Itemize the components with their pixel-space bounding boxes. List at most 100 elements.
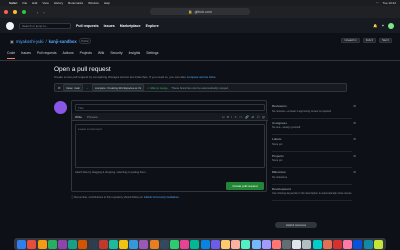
- dock-app-icon[interactable]: [231, 239, 241, 249]
- plus-icon[interactable]: +: [382, 24, 384, 28]
- create-pull-request-button[interactable]: Create pull request: [226, 182, 264, 190]
- guidelines-link[interactable]: GitHub Community Guidelines.: [144, 196, 180, 199]
- sidebar-assignees[interactable]: Assignees No one—assign yourself ⚙: [272, 119, 356, 135]
- wifi-icon[interactable]: ◠: [376, 1, 379, 5]
- star-button[interactable]: Star 0: [379, 38, 392, 43]
- sidebar-reviewers[interactable]: Reviewers No reviews—at least 1 approvin…: [272, 102, 356, 119]
- dock-app-icon[interactable]: [180, 239, 190, 249]
- attach-files-hint[interactable]: Attach files by dragging & dropping, sel…: [75, 171, 146, 174]
- back-arrow-icon[interactable]: ‹: [37, 10, 38, 15]
- menubar-clock[interactable]: Tue 10:42: [383, 1, 396, 5]
- italic-icon[interactable]: I: [231, 115, 232, 119]
- menubar-item-history[interactable]: History: [54, 1, 63, 5]
- menubar-item-window[interactable]: Window: [88, 1, 99, 5]
- gear-icon[interactable]: ⚙: [353, 154, 356, 158]
- dock-app-icon[interactable]: [17, 239, 27, 249]
- dock-app-icon[interactable]: [241, 239, 251, 249]
- dock-app-icon[interactable]: [220, 239, 230, 249]
- dock-app-icon[interactable]: [190, 239, 200, 249]
- pr-title-input[interactable]: Title: [75, 104, 265, 111]
- helpful-resources-toast[interactable]: Helpful resources: [275, 222, 317, 228]
- dock-app-icon[interactable]: [363, 239, 373, 249]
- tab-projects[interactable]: Projects: [80, 51, 92, 59]
- tab-issues[interactable]: Issues: [21, 51, 31, 59]
- gear-icon[interactable]: ⚙: [353, 104, 356, 108]
- minimize-window-button[interactable]: [13, 10, 17, 14]
- dock-app-icon[interactable]: [159, 239, 169, 249]
- dock-app-icon[interactable]: [170, 239, 180, 249]
- tab-wiki[interactable]: Wiki: [98, 51, 104, 59]
- tab-insights[interactable]: Insights: [129, 51, 141, 59]
- dock-app-icon[interactable]: [251, 239, 261, 249]
- quote-icon[interactable]: ≡: [235, 115, 237, 119]
- dock-app-icon[interactable]: [57, 239, 67, 249]
- gear-icon[interactable]: ⚙: [353, 137, 356, 141]
- dock-app-icon[interactable]: [88, 239, 98, 249]
- dock-app-icon[interactable]: [108, 239, 118, 249]
- nav-issues[interactable]: Issues: [104, 24, 115, 28]
- dock-app-icon[interactable]: [210, 239, 220, 249]
- dock-app-icon[interactable]: [261, 239, 271, 249]
- code-icon[interactable]: <>: [239, 115, 243, 119]
- unwatch-button[interactable]: Unwatch 1: [341, 38, 360, 43]
- dock-app-icon[interactable]: [78, 239, 88, 249]
- tab-pull-requests[interactable]: Pull requests: [37, 51, 57, 59]
- dock-app-icon[interactable]: [37, 239, 47, 249]
- tab-actions[interactable]: Actions: [63, 51, 74, 59]
- dock-app-icon[interactable]: [47, 239, 57, 249]
- mention-icon[interactable]: @: [262, 115, 265, 119]
- github-logo-icon[interactable]: [6, 21, 14, 30]
- dock-app-icon[interactable]: [282, 239, 292, 249]
- menubar-item-edit[interactable]: Edit: [32, 1, 37, 5]
- dock-app-icon[interactable]: [139, 239, 149, 249]
- nav-explore[interactable]: Explore: [146, 24, 159, 28]
- tab-settings[interactable]: Settings: [146, 51, 158, 59]
- gear-icon[interactable]: ⚙: [353, 170, 356, 174]
- dock-app-icon[interactable]: [68, 239, 78, 249]
- menubar-item-file[interactable]: File: [22, 1, 27, 5]
- compare-branch-select[interactable]: compare: Creating-Workspaces-w-Vs: [91, 84, 145, 91]
- fork-button[interactable]: Fork 0: [362, 38, 377, 43]
- dock-app-icon[interactable]: [271, 239, 281, 249]
- forward-arrow-icon[interactable]: ›: [43, 10, 44, 15]
- list-icon[interactable]: ≔: [251, 115, 254, 119]
- repo-name-link[interactable]: kanji-sandbox: [49, 39, 77, 44]
- link-icon[interactable]: 🔗: [245, 115, 249, 119]
- dock-app-icon[interactable]: [373, 239, 383, 249]
- dock-app-icon[interactable]: [119, 239, 129, 249]
- dock-app-icon[interactable]: [333, 239, 343, 249]
- pr-body-textarea[interactable]: Leave a comment: [75, 124, 265, 168]
- nav-pull-requests[interactable]: Pull requests: [76, 24, 99, 28]
- close-window-button[interactable]: [4, 10, 8, 14]
- tab-security[interactable]: Security: [110, 51, 122, 59]
- user-avatar[interactable]: [388, 22, 394, 29]
- dock-app-icon[interactable]: [149, 239, 159, 249]
- dock-app-icon[interactable]: [312, 239, 322, 249]
- menubar-app[interactable]: Safari: [9, 1, 17, 5]
- bell-icon[interactable]: 🔔: [373, 24, 377, 28]
- bold-icon[interactable]: B: [227, 115, 229, 119]
- dock-app-icon[interactable]: [98, 239, 108, 249]
- dock-app-icon[interactable]: [27, 239, 37, 249]
- repo-owner-link[interactable]: miyakoshi-yuki: [16, 39, 43, 44]
- tab-write[interactable]: Write: [75, 115, 82, 119]
- search-input[interactable]: Search or jump to...: [19, 22, 71, 29]
- dock-app-icon[interactable]: [200, 239, 210, 249]
- compare-forks-link[interactable]: compare across forks.: [187, 75, 217, 79]
- address-bar[interactable]: 🔒 github.com: [150, 8, 250, 15]
- base-branch-select[interactable]: base: main: [63, 84, 84, 91]
- tab-preview[interactable]: Preview: [87, 115, 98, 119]
- dock-app-icon[interactable]: [129, 239, 139, 249]
- menubar-item-help[interactable]: Help: [104, 1, 110, 5]
- gear-icon[interactable]: ⚙: [353, 121, 356, 125]
- dock-app-icon[interactable]: [322, 239, 332, 249]
- sidebar-milestone[interactable]: Milestone No milestone ⚙: [272, 168, 356, 185]
- menubar-item-view[interactable]: View: [42, 1, 48, 5]
- heading-icon[interactable]: H: [222, 115, 224, 119]
- zoom-window-button[interactable]: [22, 10, 26, 14]
- dock-app-icon[interactable]: [292, 239, 302, 249]
- nav-marketplace[interactable]: Marketplace: [120, 24, 141, 28]
- dock-app-icon[interactable]: [302, 239, 312, 249]
- sidebar-projects[interactable]: Projects None yet ⚙: [272, 152, 356, 168]
- tasklist-icon[interactable]: ☑: [257, 115, 260, 119]
